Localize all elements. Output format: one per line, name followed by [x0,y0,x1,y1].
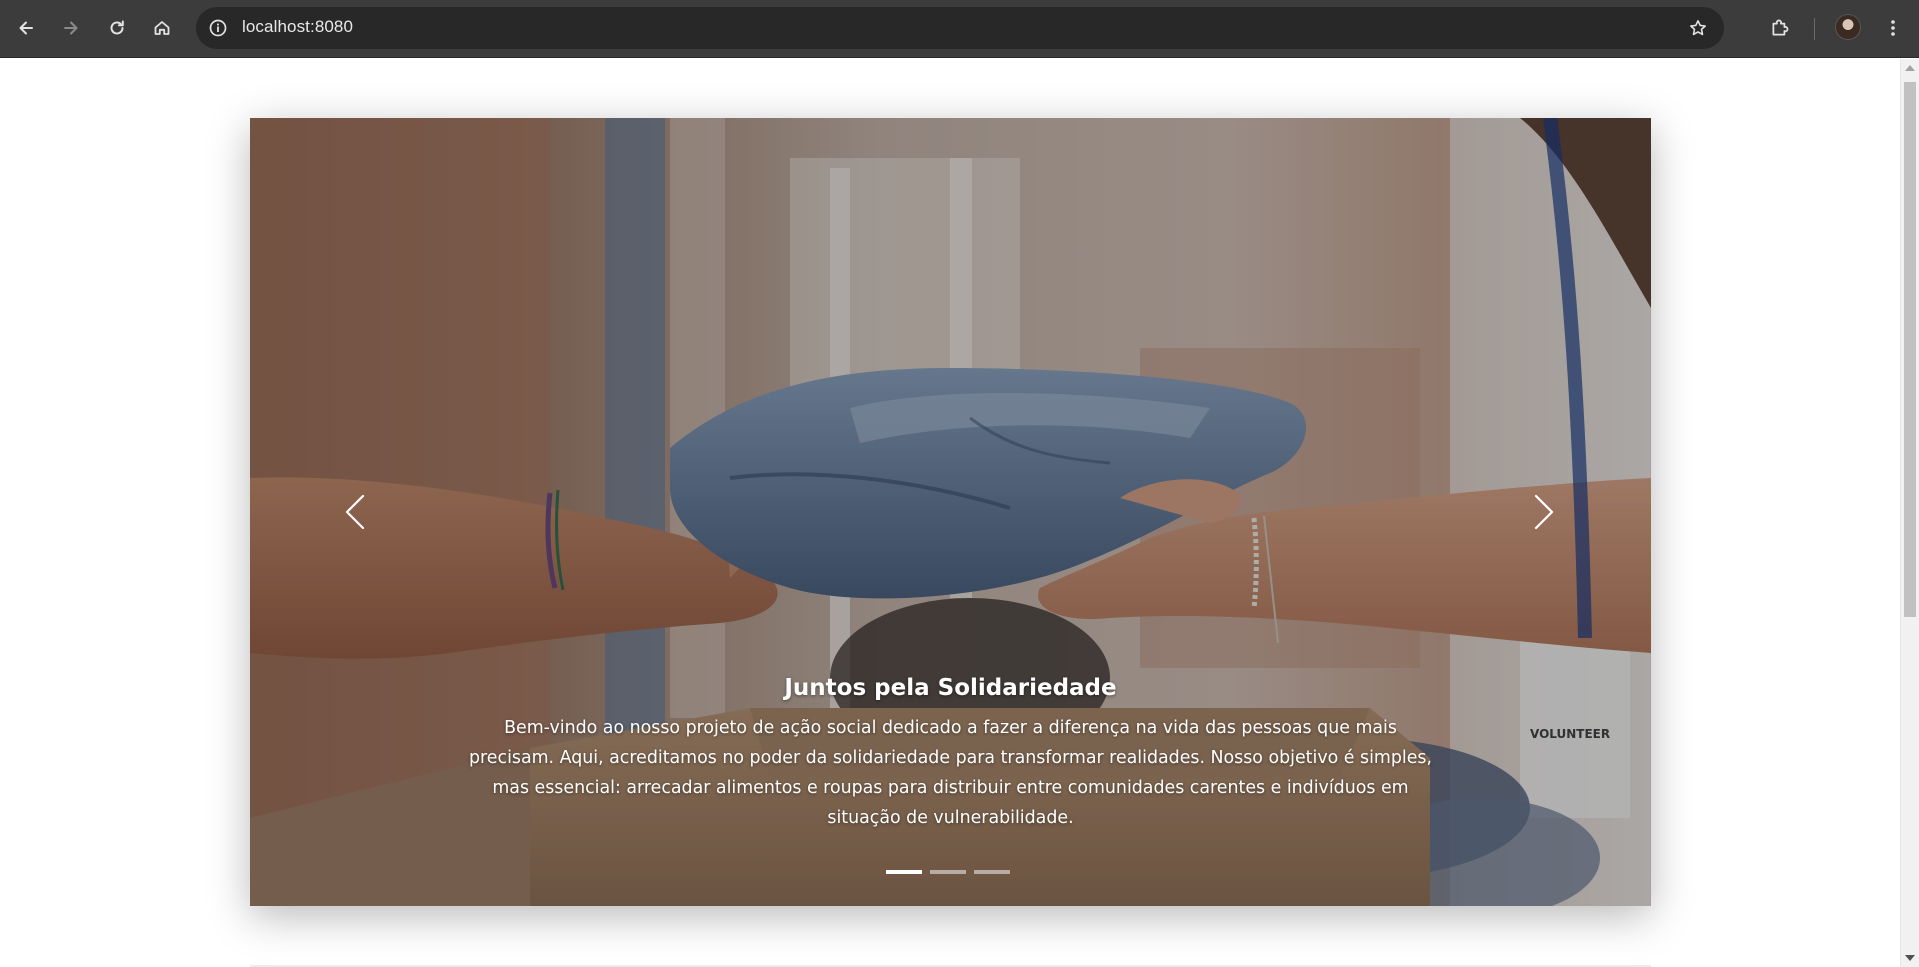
toolbar-separator [1814,18,1815,40]
carousel-indicator[interactable] [974,870,1010,874]
carousel-caption: Juntos pela Solidariedade Bem-vindo ao n… [450,673,1451,833]
scroll-down-arrow-icon[interactable] [1905,955,1915,961]
carousel-next-button[interactable] [1514,482,1574,542]
vertical-scrollbar[interactable] [1900,59,1919,967]
scrollbar-thumb[interactable] [1904,82,1916,617]
browser-toolbar: localhost:8080 [0,0,1919,58]
reload-icon [110,20,124,35]
puzzle-icon [1772,19,1789,36]
kebab-menu-icon [1891,20,1895,36]
chevron-left-icon [345,494,365,530]
extensions-button[interactable] [1766,14,1794,42]
chevron-right-icon [1534,494,1554,530]
reload-button[interactable] [101,12,133,44]
avatar[interactable] [1835,14,1861,40]
caption-text: Bem-vindo ao nosso projeto de ação socia… [469,718,1432,828]
carousel-indicators [886,867,1010,877]
url-text[interactable]: localhost:8080 [242,17,353,37]
info-icon[interactable] [206,16,230,40]
scroll-up-arrow-icon[interactable] [1905,65,1915,71]
arrow-right-icon [64,21,78,35]
forward-button[interactable] [55,12,87,44]
home-button[interactable] [146,12,178,44]
hero-carousel[interactable]: VOLUNTEER Juntos pela Solidariedade Bem-… [250,118,1651,906]
browser-menu-button[interactable] [1880,14,1906,42]
carousel-indicator[interactable] [886,870,922,874]
arrow-left-icon [19,21,33,35]
carousel-prev-button[interactable] [325,482,385,542]
page-viewport: VOLUNTEER Juntos pela Solidariedade Bem-… [0,59,1900,967]
back-button[interactable] [10,12,42,44]
carousel-indicator[interactable] [930,870,966,874]
star-icon[interactable] [1686,16,1710,40]
address-bar[interactable]: localhost:8080 [196,7,1724,49]
home-icon [154,21,170,35]
caption-title: Juntos pela Solidariedade [784,675,1117,701]
